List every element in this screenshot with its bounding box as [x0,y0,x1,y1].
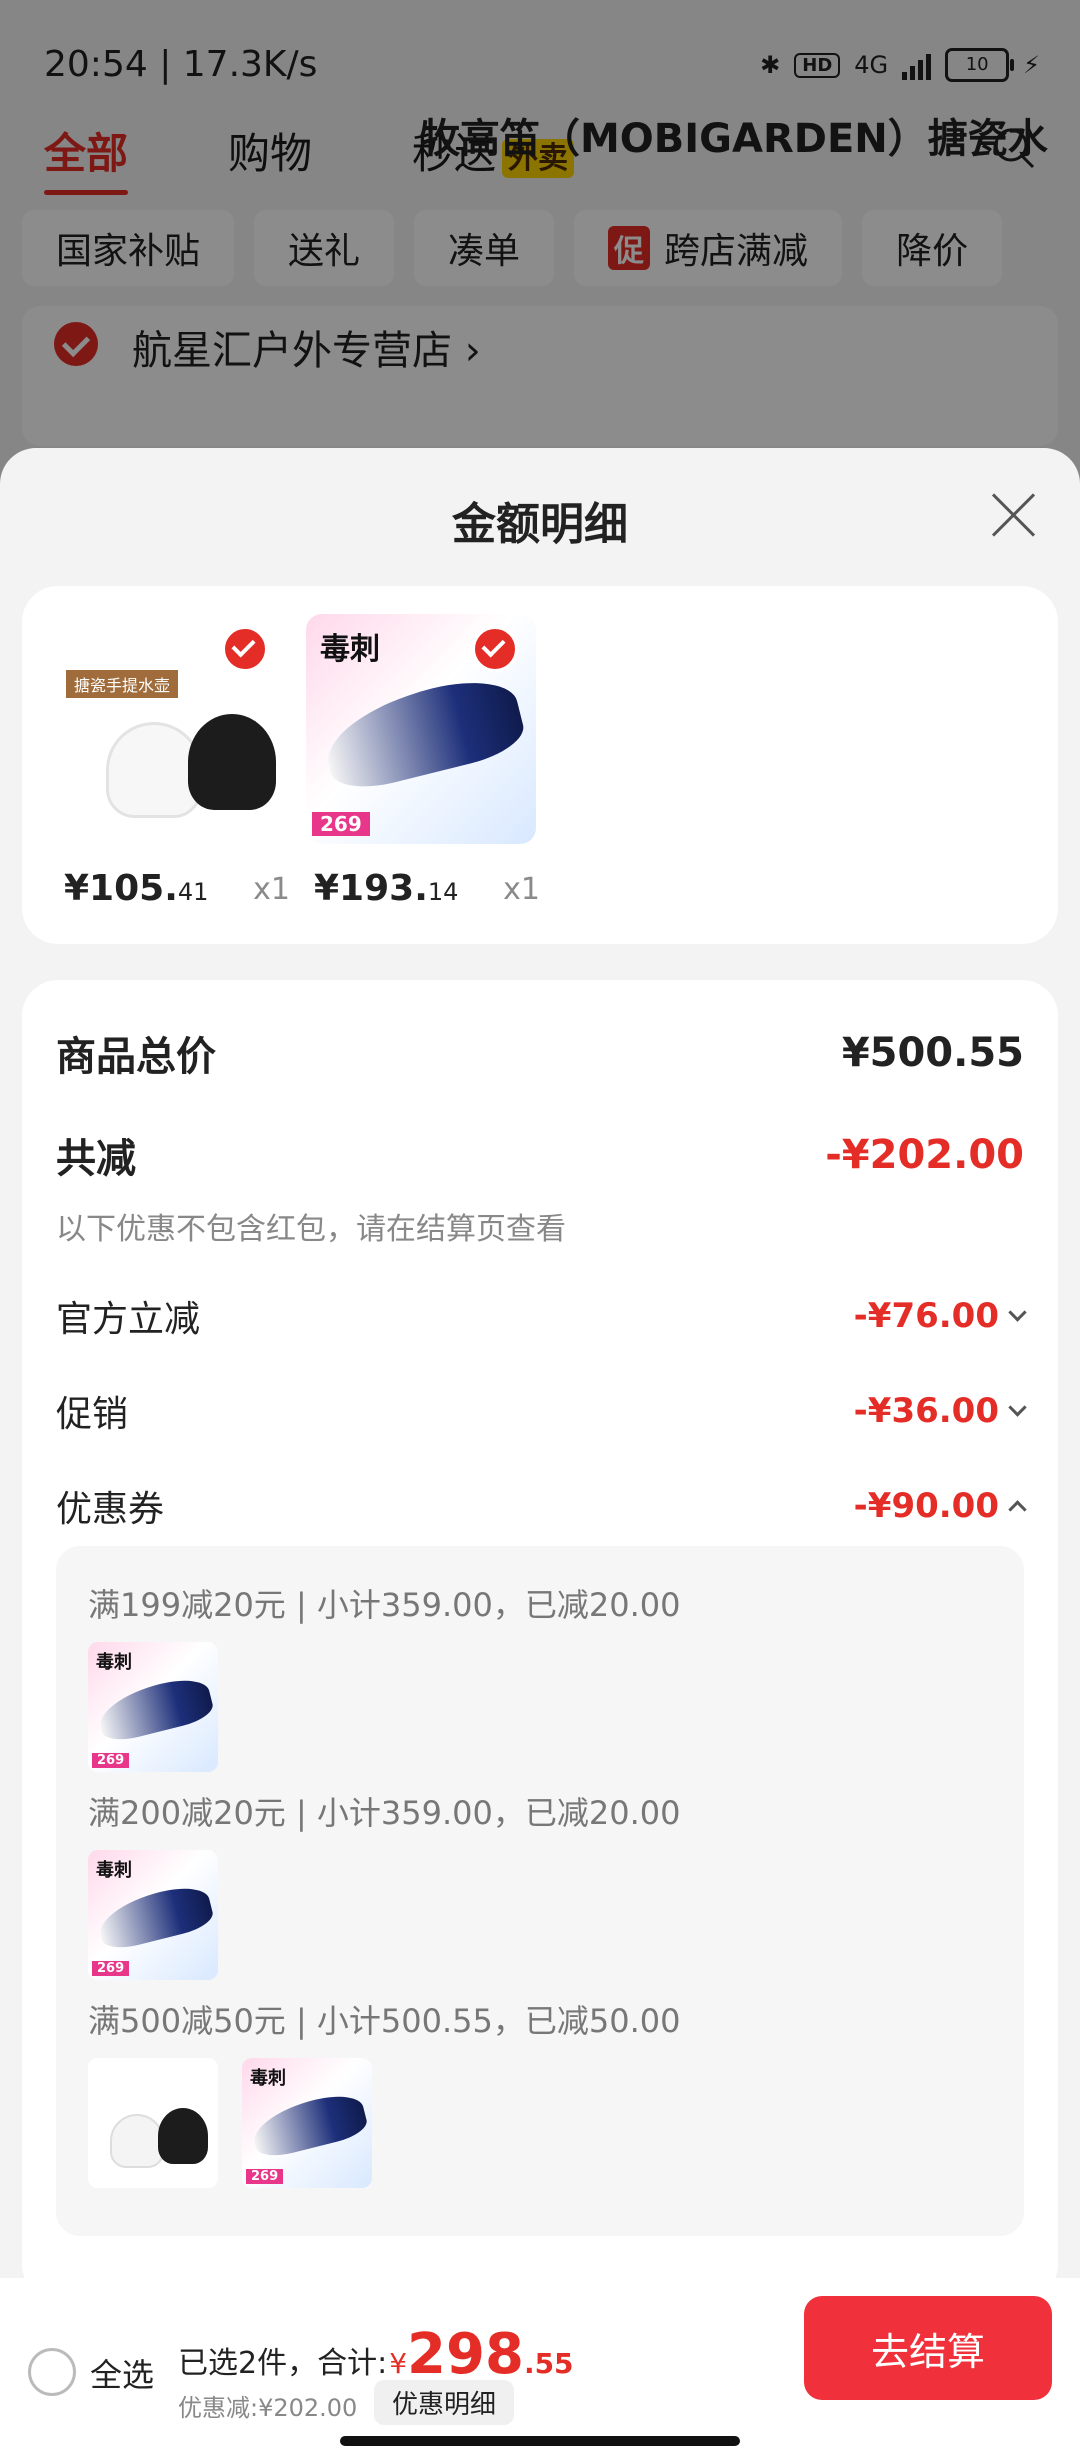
promotion-row[interactable]: 促销 -¥36.00 [56,1385,1027,1437]
mini-white-kettle [110,2114,164,2168]
item-price-int: ¥105. [64,868,178,909]
shoe-price-badge: 269 [312,812,370,836]
shoe-image: 毒刺 269 [306,614,536,844]
mini-price-badge: 269 [246,2169,284,2184]
discount-detail-button[interactable]: 优惠明细 [374,2380,515,2425]
checkout-bar: 全选 已选2件，合计: ¥ 298 .55 优惠减:¥202.00 优惠明细 去… [0,2278,1080,2460]
official-value: -¥76.00 [853,1296,1027,1336]
discount-summary: 优惠减:¥202.00 [178,2394,358,2422]
official-discount-row[interactable]: 官方立减 -¥76.00 [56,1290,1027,1342]
mini-black-kettle [158,2108,208,2164]
sheet-title: 金额明细 [452,499,628,550]
item-check-icon [222,626,268,672]
coupon-value: -¥90.00 [853,1486,1027,1526]
coupon-amount: -¥90.00 [853,1486,999,1526]
total-row: 商品总价 ¥500.55 [56,1024,1024,1082]
item-quantity: x1 [253,872,290,907]
select-all-label[interactable]: 全选 [90,2350,154,2396]
reduce-row: 共减 -¥202.00 [56,1126,1024,1184]
coupon-item-kettle [88,2058,218,2188]
coupon-label: 优惠券 [56,1489,165,1530]
coupon-item-shoe: 毒刺 269 [88,1850,218,1980]
item-price: ¥193.14 [314,868,458,909]
total-decimal: .55 [523,2347,574,2380]
total-integer: 298 [407,2322,524,2387]
discount-note: 以下优惠不包含红包，请在结算页查看 [56,1212,566,1247]
promotion-value: -¥36.00 [853,1391,1027,1431]
checkout-button[interactable]: 去结算 [804,2296,1052,2400]
mini-shoe-shape [94,1880,216,1954]
official-label: 官方立减 [56,1299,201,1340]
coupon-item-shoe: 毒刺 269 [242,2058,372,2188]
promotion-amount: -¥36.00 [853,1391,999,1431]
kettle-image: 搪瓷手提水壶 [56,614,286,844]
reduce-label: 共减 [56,1136,136,1182]
home-indicator [340,2436,740,2446]
select-all-radio[interactable] [28,2348,76,2396]
item-kettle[interactable]: 搪瓷手提水壶 ¥105.41 x1 [56,614,290,909]
coupon-rule-1: 满199减20元 | 小计359.00，已减20.00 [88,1586,681,1624]
shoe-brand: 毒刺 [320,632,380,667]
black-kettle [188,714,276,810]
official-amount: -¥76.00 [853,1296,999,1336]
selected-total: 已选2件，合计: ¥ 298 .55 [178,2322,574,2387]
chevron-down-icon [1008,1302,1027,1322]
coupon-row[interactable]: 优惠券 -¥90.00 [56,1480,1027,1532]
chevron-down-icon [1008,1397,1027,1417]
item-price-int: ¥193. [314,868,428,909]
promotion-label: 促销 [56,1394,129,1435]
item-price-dec: 41 [177,878,209,906]
close-icon[interactable] [990,492,1036,538]
total-currency: ¥ [389,2347,408,2380]
item-shoe[interactable]: 毒刺 269 ¥193.14 x1 [306,614,540,909]
shoe-shape [317,669,529,797]
item-price-dec: 14 [427,878,459,906]
mini-shoe-brand: 毒刺 [96,1860,132,1881]
mini-price-badge: 269 [92,1961,130,1976]
kettle-tag: 搪瓷手提水壶 [66,670,179,698]
mini-shoe-shape [248,2088,370,2162]
item-quantity: x1 [503,872,540,907]
coupon-detail-panel: 满199减20元 | 小计359.00，已减20.00 毒刺 269 满200减2… [56,1546,1024,2236]
total-label: 商品总价 [56,1034,216,1080]
mini-shoe-brand: 毒刺 [96,1652,132,1673]
mini-shoe-shape [94,1672,216,1746]
amount-detail-sheet: 金额明细 搪瓷手提水壶 ¥105.41 x1 毒刺 269 ¥193.14 x1… [0,448,1080,2460]
coupon-rule-2: 满200减20元 | 小计359.00，已减20.00 [88,1794,681,1832]
mini-shoe-brand: 毒刺 [250,2068,286,2089]
chevron-up-icon [1008,1499,1027,1519]
reduce-value: -¥202.00 [825,1132,1024,1178]
mini-price-badge: 269 [92,1753,130,1768]
coupon-item-shoe: 毒刺 269 [88,1642,218,1772]
item-price: ¥105.41 [64,868,208,909]
price-summary-card: 商品总价 ¥500.55 共减 -¥202.00 以下优惠不包含红包，请在结算页… [22,980,1058,2300]
total-value: ¥500.55 [841,1030,1024,1076]
coupon-rule-3: 满500减50元 | 小计500.55，已减50.00 [88,2002,681,2040]
item-check-icon [472,626,518,672]
selected-count-text: 已选2件，合计: [178,2346,388,2381]
selected-items-card: 搪瓷手提水壶 ¥105.41 x1 毒刺 269 ¥193.14 x1 [22,586,1058,944]
